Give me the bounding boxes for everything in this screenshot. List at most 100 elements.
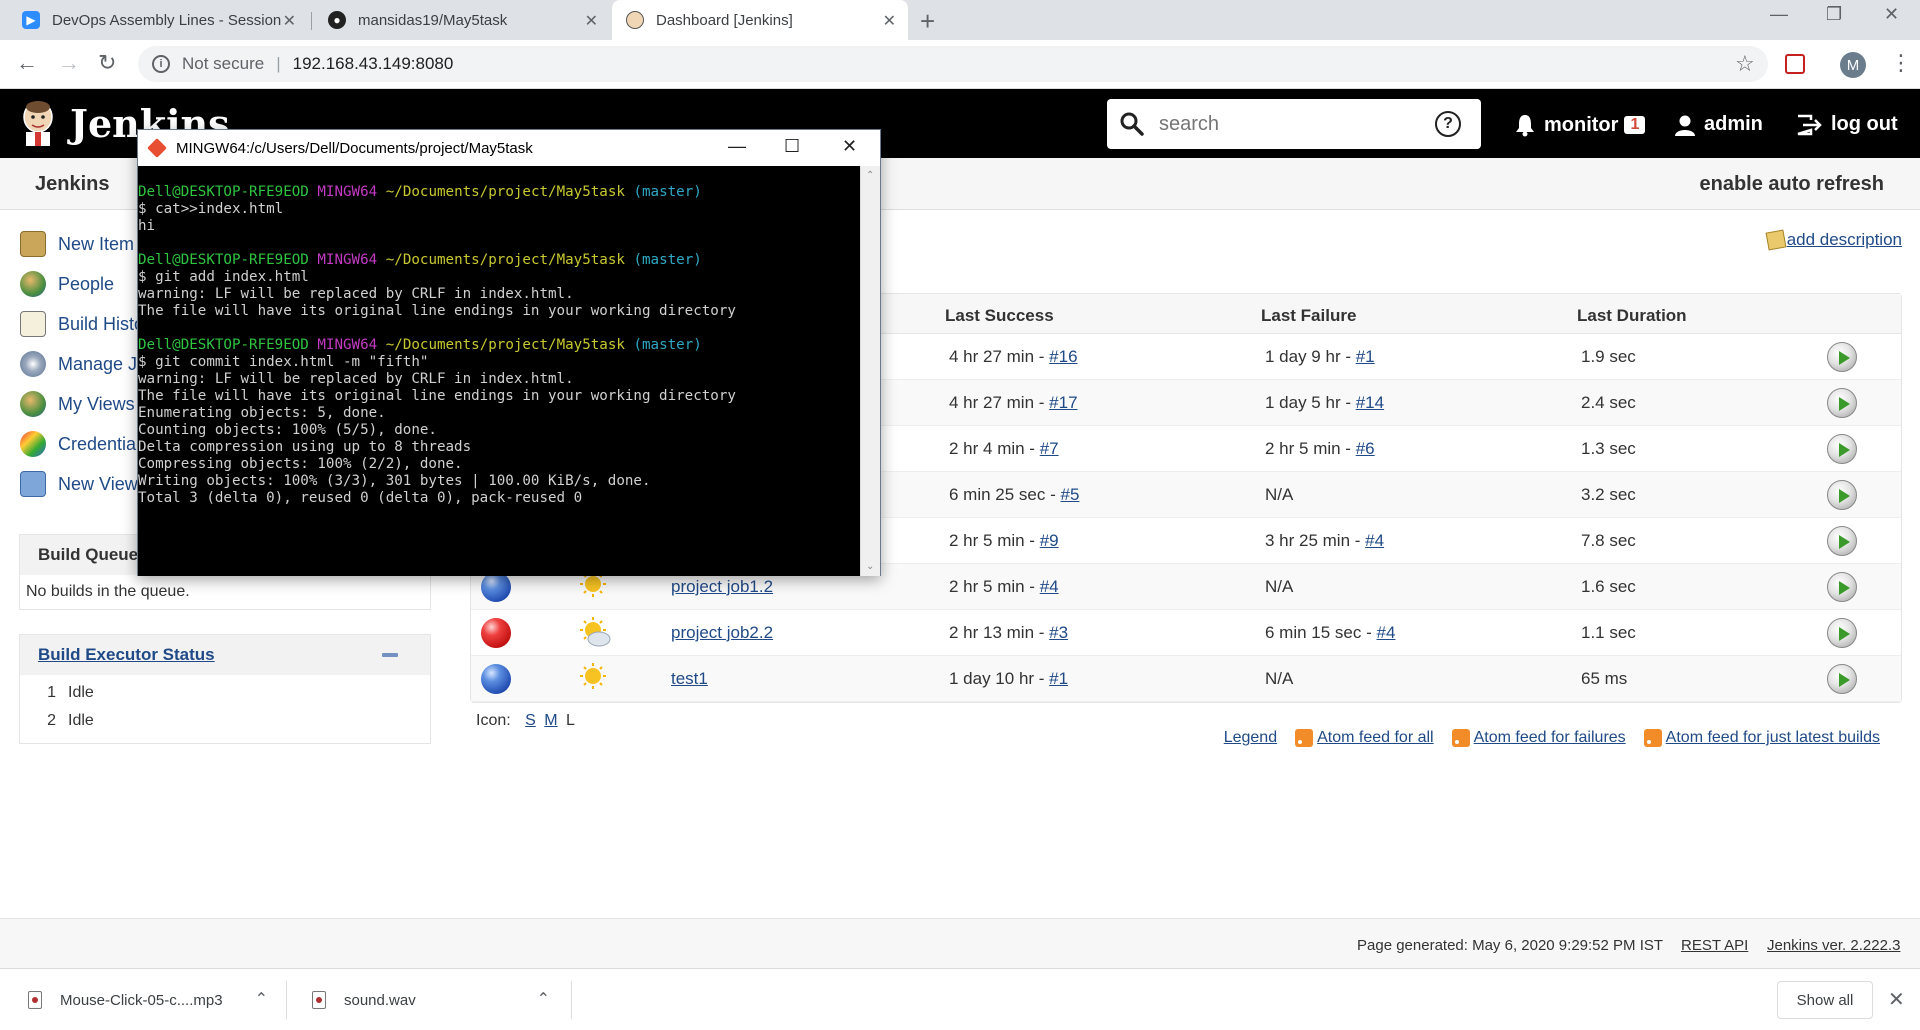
download-item[interactable]: Mouse-Click-05-c....mp3 ⌃ <box>28 969 268 1030</box>
terminal-scrollbar[interactable]: ⌃ ⌄ <box>860 166 880 576</box>
browser-tab-github[interactable]: ● mansidas19/May5task ✕ <box>314 0 610 40</box>
last-success-build-link[interactable]: #16 <box>1049 347 1077 366</box>
last-failure: 2 hr 5 min - #6 <box>1265 439 1375 459</box>
terminal-window[interactable]: MINGW64:/c/Users/Dell/Documents/project/… <box>137 129 881 576</box>
column-last-failure[interactable]: Last Failure <box>1261 306 1356 326</box>
add-description-label[interactable]: add description <box>1787 230 1902 250</box>
user-link[interactable]: admin <box>1674 113 1763 136</box>
maximize-icon[interactable]: ☐ <box>784 136 800 157</box>
legend-link[interactable]: Legend <box>1224 729 1277 747</box>
extension-icon[interactable] <box>1785 54 1805 74</box>
schedule-build-icon[interactable] <box>1827 618 1857 648</box>
new-tab-button[interactable]: + <box>920 6 935 37</box>
icon-size-s[interactable]: S <box>525 712 536 729</box>
column-last-success[interactable]: Last Success <box>945 306 1054 326</box>
people-icon <box>20 271 46 297</box>
jenkins-logo-icon[interactable] <box>18 99 58 147</box>
help-icon[interactable]: ? <box>1435 111 1461 137</box>
feed-failures[interactable]: Atom feed for failures <box>1451 729 1626 747</box>
browser-tab-devops[interactable]: ▶ DevOps Assembly Lines - Session ✕ <box>8 0 308 40</box>
info-icon[interactable]: i <box>152 55 170 73</box>
profile-avatar[interactable]: M <box>1840 52 1866 78</box>
sidebar-item-credentials[interactable]: Credentials <box>20 429 149 459</box>
job-name-link[interactable]: project job2.2 <box>671 623 773 643</box>
browser-tab-jenkins[interactable]: Dashboard [Jenkins] ✕ <box>612 0 908 40</box>
chevron-up-icon[interactable]: ⌃ <box>537 989 550 1009</box>
breadcrumb-jenkins[interactable]: Jenkins <box>35 173 109 196</box>
schedule-build-icon[interactable] <box>1827 434 1857 464</box>
feed-latest-link[interactable]: Atom feed for just latest builds <box>1666 729 1880 747</box>
weather-sunny-icon[interactable] <box>577 662 613 696</box>
build-executor-title[interactable]: Build Executor Status <box>38 645 215 665</box>
restore-icon[interactable]: ❐ <box>1826 4 1842 25</box>
close-icon[interactable]: ✕ <box>883 11 896 31</box>
sidebar-item-new-item[interactable]: New Item <box>20 229 134 259</box>
enable-auto-refresh-link[interactable]: enable auto refresh <box>1699 173 1884 196</box>
last-failure-build-link[interactable]: #6 <box>1356 439 1375 458</box>
reload-icon[interactable]: ↻ <box>98 50 116 76</box>
schedule-build-icon[interactable] <box>1827 572 1857 602</box>
feed-failures-link[interactable]: Atom feed for failures <box>1474 729 1626 747</box>
schedule-build-icon[interactable] <box>1827 480 1857 510</box>
add-description-link[interactable]: add description <box>1765 229 1902 251</box>
sidebar-item-my-views[interactable]: My Views <box>20 389 135 419</box>
terminal-titlebar[interactable]: MINGW64:/c/Users/Dell/Documents/project/… <box>138 130 880 166</box>
terminal-output-line: Counting objects: 100% (5/5), done. <box>138 422 437 438</box>
last-success-time: 2 hr 5 min - <box>949 577 1040 596</box>
download-item[interactable]: sound.wav ⌃ <box>312 969 550 1030</box>
last-success-build-link[interactable]: #7 <box>1040 439 1059 458</box>
minimize-icon[interactable]: — <box>728 136 746 157</box>
terminal-output[interactable]: Dell@DESKTOP-RFE9EOD MINGW64 ~/Documents… <box>138 166 860 576</box>
sidebar-item-new-view[interactable]: New View <box>20 469 138 499</box>
last-success-build-link[interactable]: #5 <box>1061 485 1080 504</box>
menu-kebab-icon[interactable]: ⋮ <box>1890 50 1912 76</box>
close-icon[interactable]: ✕ <box>1888 987 1905 1012</box>
schedule-build-icon[interactable] <box>1827 526 1857 556</box>
collapse-icon[interactable] <box>382 653 398 657</box>
feed-all[interactable]: Atom feed for all <box>1295 729 1434 747</box>
last-success-build-link[interactable]: #9 <box>1040 531 1059 550</box>
build-status-blue-icon[interactable] <box>481 572 511 602</box>
url-text[interactable]: 192.168.43.149:8080 <box>293 54 454 74</box>
jenkins-version-link[interactable]: Jenkins ver. 2.222.3 <box>1767 937 1900 954</box>
feed-all-link[interactable]: Atom feed for all <box>1317 729 1434 747</box>
column-last-duration[interactable]: Last Duration <box>1577 306 1687 326</box>
last-success-build-link[interactable]: #1 <box>1049 669 1068 688</box>
close-icon[interactable]: ✕ <box>842 136 857 157</box>
schedule-build-icon[interactable] <box>1827 342 1857 372</box>
scroll-down-icon[interactable]: ⌄ <box>866 561 874 572</box>
weather-partly-cloudy-icon[interactable] <box>577 616 613 650</box>
window-close-icon[interactable]: ✕ <box>1884 4 1899 25</box>
back-icon[interactable]: ← <box>16 50 38 76</box>
close-icon[interactable]: ✕ <box>585 11 598 31</box>
address-bar[interactable]: i Not secure | 192.168.43.149:8080 <box>138 46 1768 82</box>
show-all-button[interactable]: Show all <box>1777 981 1873 1019</box>
chevron-up-icon[interactable]: ⌃ <box>255 989 268 1009</box>
job-name-link[interactable]: project job1.2 <box>671 577 773 597</box>
build-status-red-icon[interactable] <box>481 618 511 648</box>
sidebar-item-people[interactable]: People <box>20 269 114 299</box>
monitor-link[interactable]: monitor 1 <box>1514 113 1646 137</box>
bookmark-star-icon[interactable]: ☆ <box>1735 51 1755 77</box>
forward-icon[interactable]: → <box>58 50 80 76</box>
build-status-blue-icon[interactable] <box>481 664 511 694</box>
last-duration: 65 ms <box>1581 669 1628 688</box>
schedule-build-icon[interactable] <box>1827 388 1857 418</box>
logout-link[interactable]: log out <box>1795 113 1898 136</box>
job-name-link[interactable]: test1 <box>671 669 708 689</box>
last-success-build-link[interactable]: #4 <box>1040 577 1059 596</box>
last-success-build-link[interactable]: #17 <box>1049 393 1077 412</box>
last-failure-build-link[interactable]: #14 <box>1356 393 1384 412</box>
last-failure-build-link[interactable]: #4 <box>1365 531 1384 550</box>
last-failure-build-link[interactable]: #4 <box>1377 623 1396 642</box>
icon-size-m[interactable]: M <box>544 712 557 729</box>
close-icon[interactable]: ✕ <box>283 11 296 31</box>
schedule-build-icon[interactable] <box>1827 664 1857 694</box>
last-success-build-link[interactable]: #3 <box>1049 623 1068 642</box>
search-input[interactable] <box>1159 112 1429 136</box>
feed-latest[interactable]: Atom feed for just latest builds <box>1643 729 1880 747</box>
scroll-up-icon[interactable]: ⌃ <box>866 170 874 181</box>
last-failure-build-link[interactable]: #1 <box>1356 347 1375 366</box>
rest-api-link[interactable]: REST API <box>1681 937 1748 954</box>
minimize-icon[interactable]: — <box>1770 4 1788 25</box>
